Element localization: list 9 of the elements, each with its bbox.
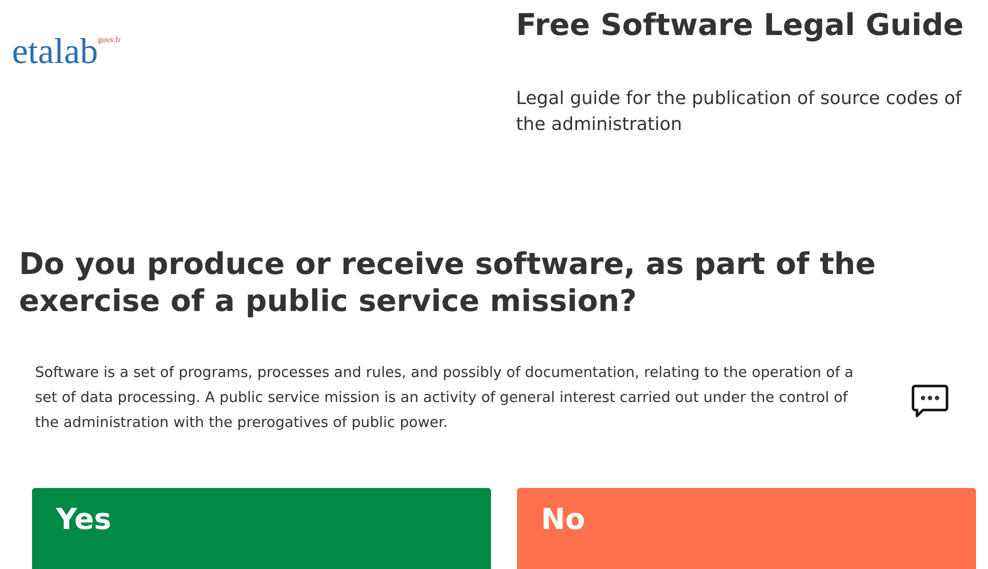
question-heading: Do you produce or receive software, as part of the exercise of a public service mission? (19, 246, 877, 320)
page-title: Free Software Legal Guide (516, 7, 965, 45)
logo-wordmark: etalab (12, 33, 98, 69)
question-description: Software is a set of programs, processes and rules, and possibly of documentation, relating to the operation of a set of data processing. A public service mission is an activity of general interest carried out under the control of the administration with the prerogatives of public power. (35, 364, 854, 433)
answer-button[interactable]: Yes (32, 488, 491, 569)
logo-suffix: gouv.fr (98, 35, 121, 44)
page-subtitle: Legal guide for the publication of source codes of the administration (516, 87, 963, 137)
answer-button[interactable]: No (517, 488, 976, 569)
speech-bubble-icon[interactable] (911, 384, 949, 418)
